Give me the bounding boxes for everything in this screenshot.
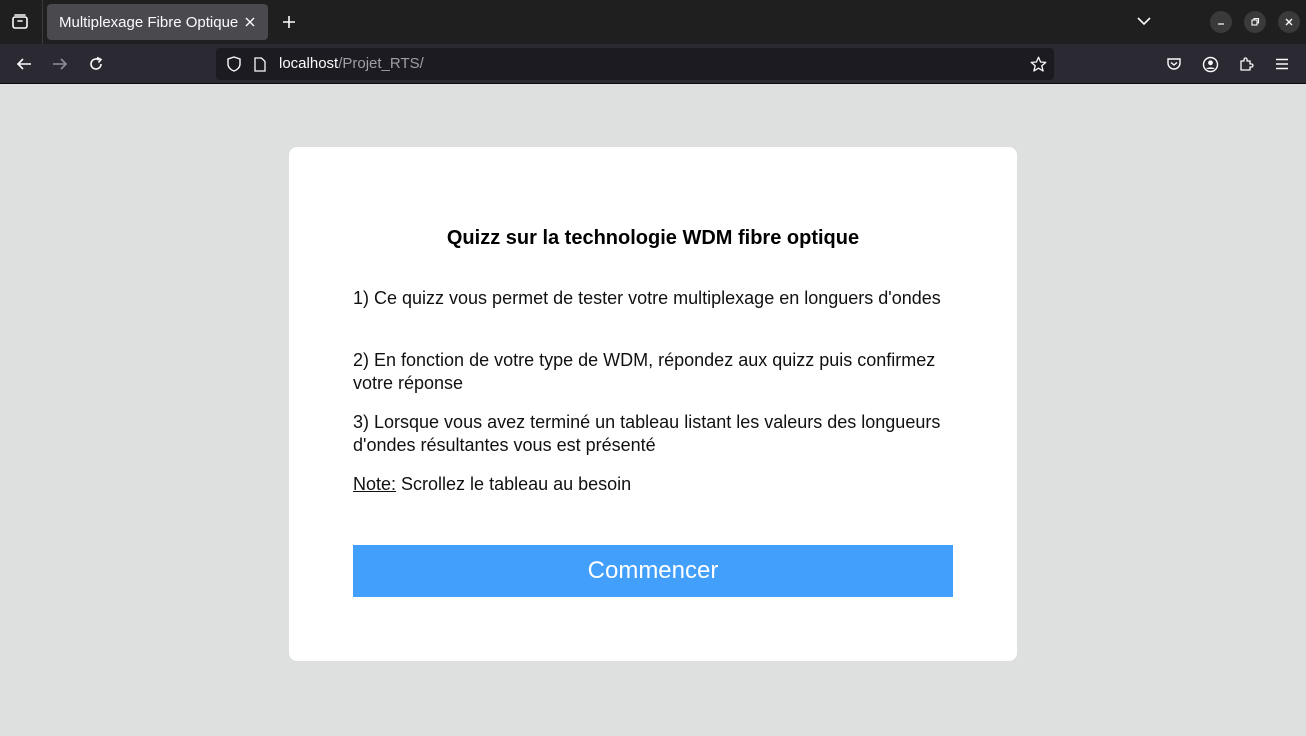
pocket-icon[interactable] xyxy=(1162,52,1186,76)
url-host: localhost xyxy=(279,55,339,72)
extensions-icon[interactable] xyxy=(1234,52,1258,76)
address-bar[interactable]: localhost/Projet_RTS/ xyxy=(216,48,1054,80)
quiz-intro-card: Quizz sur la technologie WDM fibre optiq… xyxy=(289,147,1017,661)
note-paragraph: Note: Scrollez le tableau au besoin xyxy=(353,473,953,496)
note-text: Scrollez le tableau au besoin xyxy=(396,474,632,494)
instruction-item-3: 3) Lorsque vous avez terminé un tableau … xyxy=(353,412,941,455)
url-path: /Projet_RTS/ xyxy=(338,55,424,72)
page-icon[interactable] xyxy=(250,54,270,74)
tab-active[interactable]: Multiplexage Fibre Optique xyxy=(47,4,268,40)
close-icon[interactable] xyxy=(1278,11,1300,33)
star-icon[interactable] xyxy=(1028,54,1048,74)
start-button[interactable]: Commencer xyxy=(353,545,953,597)
reload-icon[interactable] xyxy=(84,52,108,76)
navigation-toolbar: localhost/Projet_RTS/ xyxy=(0,44,1306,84)
page-viewport: Quizz sur la technologie WDM fibre optiq… xyxy=(0,85,1306,736)
close-icon[interactable] xyxy=(242,13,258,31)
account-icon[interactable] xyxy=(1198,52,1222,76)
back-arrow-icon[interactable] xyxy=(12,52,36,76)
divider xyxy=(42,0,43,44)
plus-icon[interactable] xyxy=(278,11,300,33)
shield-icon[interactable] xyxy=(224,54,244,74)
instruction-item-1: 1) Ce quizz vous permet de tester votre … xyxy=(353,288,941,308)
instruction-item-2: 2) En fonction de votre type de WDM, rép… xyxy=(353,350,936,393)
forward-arrow-icon[interactable] xyxy=(48,52,72,76)
tab-strip: Multiplexage Fibre Optique xyxy=(0,0,1306,44)
minimize-icon[interactable] xyxy=(1210,11,1232,33)
tabs-overview-icon[interactable] xyxy=(8,10,32,34)
chevron-down-icon[interactable] xyxy=(1134,11,1154,31)
tab-title: Multiplexage Fibre Optique xyxy=(59,13,239,31)
restore-icon[interactable] xyxy=(1244,11,1266,33)
note-label: Note: xyxy=(353,474,397,494)
page-title: Quizz sur la technologie WDM fibre optiq… xyxy=(446,227,860,249)
menu-icon[interactable] xyxy=(1270,52,1294,76)
url-text[interactable]: localhost/Projet_RTS/ xyxy=(279,55,424,72)
